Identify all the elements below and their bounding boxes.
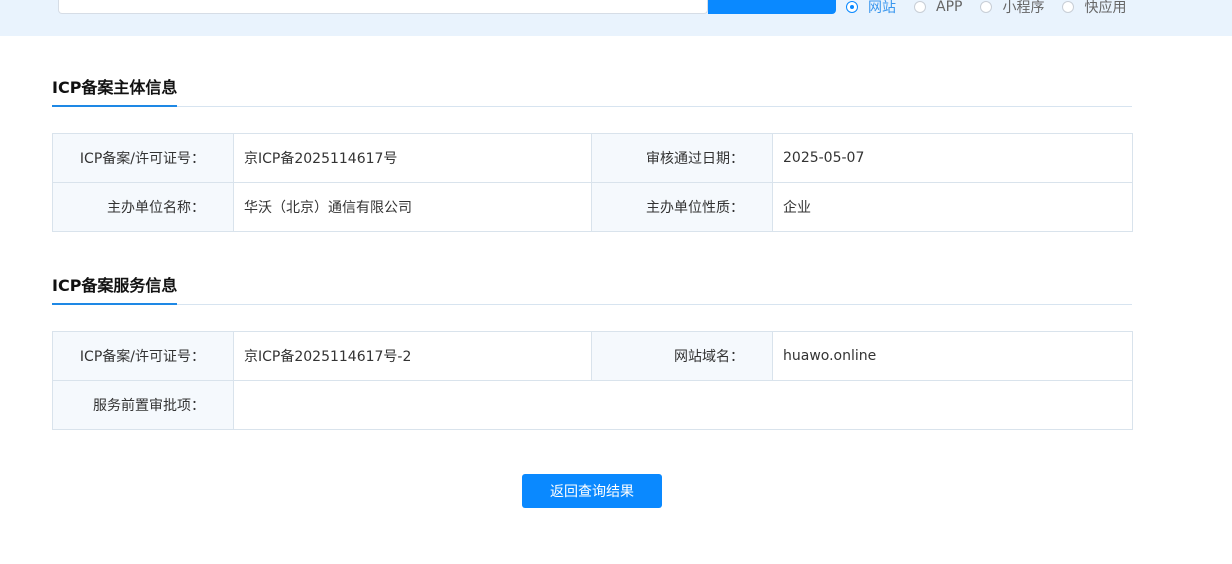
radio-dot-icon	[846, 1, 858, 13]
table-row: 主办单位名称： 华沃（北京）通信有限公司 主办单位性质： 企业	[52, 182, 1133, 232]
table-row: ICP备案/许可证号： 京ICP备2025114617号-2 网站域名： hua…	[52, 331, 1133, 381]
label-organizer-type: 主办单位性质：	[591, 182, 773, 232]
label-service-license-number: ICP备案/许可证号：	[52, 331, 234, 381]
section-title: ICP备案主体信息	[52, 78, 178, 107]
value-pre-approval	[233, 380, 1133, 430]
radio-mini-program[interactable]: 小程序	[980, 0, 1044, 17]
search-input[interactable]	[58, 0, 708, 14]
value-organizer-name: 华沃（北京）通信有限公司	[233, 182, 592, 232]
label-license-number: ICP备案/许可证号：	[52, 133, 234, 183]
search-button[interactable]	[708, 0, 836, 14]
back-to-results-button[interactable]: 返回查询结果	[522, 474, 662, 508]
service-info-table: ICP备案/许可证号： 京ICP备2025114617号-2 网站域名： hua…	[52, 331, 1133, 430]
label-organizer-name: 主办单位名称：	[52, 182, 234, 232]
radio-label: 小程序	[1002, 0, 1045, 16]
value-organizer-type: 企业	[772, 182, 1133, 232]
table-row: 服务前置审批项：	[52, 380, 1133, 430]
label-domain: 网站域名：	[591, 331, 773, 381]
radio-label: APP	[936, 0, 963, 15]
subject-info-table: ICP备案/许可证号： 京ICP备2025114617号 审核通过日期： 202…	[52, 133, 1133, 232]
radio-quick-app[interactable]: 快应用	[1062, 0, 1126, 17]
table-row: ICP备案/许可证号： 京ICP备2025114617号 审核通过日期： 202…	[52, 133, 1133, 183]
value-license-number: 京ICP备2025114617号	[233, 133, 592, 183]
radio-dot-icon	[914, 1, 926, 13]
radio-dot-icon	[980, 1, 993, 13]
radio-label: 网站	[868, 0, 896, 16]
value-domain: huawo.online	[772, 331, 1133, 381]
search-type-radio-group: 网站 APP 小程序 快应用	[846, 0, 1144, 17]
search-bar: 网站 APP 小程序 快应用	[0, 0, 1232, 36]
section-title: ICP备案服务信息	[52, 276, 178, 305]
label-approval-date: 审核通过日期：	[591, 133, 773, 183]
radio-dot-icon	[1062, 1, 1075, 13]
radio-website[interactable]: 网站	[846, 0, 896, 17]
subject-section-header: ICP备案主体信息	[52, 68, 1132, 107]
radio-label: 快应用	[1084, 0, 1127, 16]
value-approval-date: 2025-05-07	[772, 133, 1133, 183]
service-section-header: ICP备案服务信息	[52, 266, 1132, 305]
value-service-license-number: 京ICP备2025114617号-2	[233, 331, 592, 381]
radio-app[interactable]: APP	[914, 0, 962, 15]
label-pre-approval: 服务前置审批项：	[52, 380, 234, 430]
